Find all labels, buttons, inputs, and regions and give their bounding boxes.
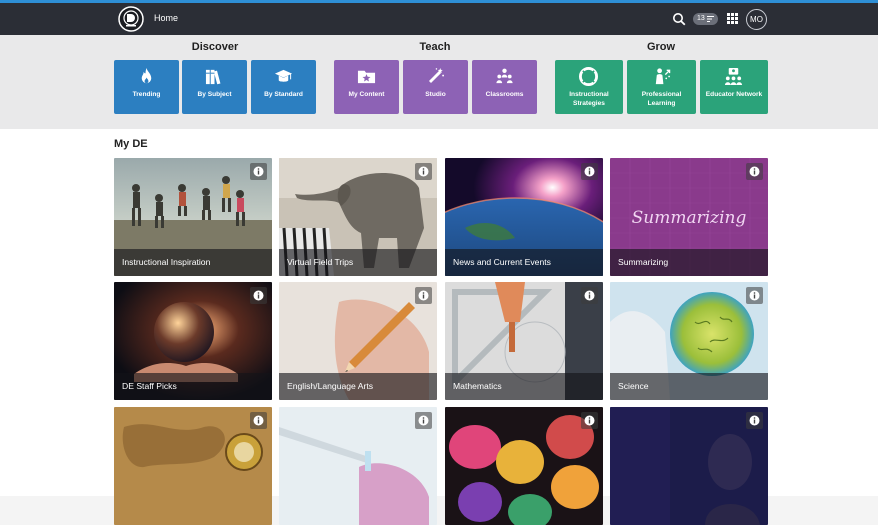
- my-de-section: My DE Instructional Inspiration Virtual …: [0, 129, 878, 525]
- list-lines-icon: [707, 16, 714, 22]
- info-icon: [418, 166, 429, 177]
- home-link[interactable]: Home: [154, 13, 178, 23]
- card-science[interactable]: Science: [610, 282, 768, 400]
- card-virtual-field-trips[interactable]: Virtual Field Trips: [279, 158, 437, 276]
- person-growth-icon: [655, 68, 671, 85]
- graduation-cap-icon: [274, 69, 293, 82]
- my-content-button[interactable]: My Content: [334, 60, 399, 114]
- card-summarizing[interactable]: Summarizing Summarizing: [610, 158, 768, 276]
- discover-heading: Discover: [191, 41, 239, 53]
- card-row3-lanterns[interactable]: [445, 407, 603, 525]
- card-title: English/Language Arts: [279, 373, 437, 400]
- card-title: Summarizing: [610, 249, 768, 276]
- top-header-bar: Home 13 MO: [0, 3, 878, 35]
- professional-learning-button[interactable]: Professional Learning: [627, 60, 696, 114]
- info-button[interactable]: [746, 287, 763, 304]
- portrait-purple-image: [610, 407, 768, 525]
- card-row3-portrait[interactable]: [610, 407, 768, 525]
- by-subject-label: By Subject: [197, 91, 232, 98]
- by-subject-button[interactable]: By Subject: [182, 60, 247, 114]
- info-icon: [418, 415, 429, 426]
- info-icon: [253, 415, 264, 426]
- notification-count: 13: [697, 15, 705, 22]
- studio-label: Studio: [425, 91, 446, 98]
- info-icon: [749, 290, 760, 301]
- info-icon: [253, 166, 264, 177]
- info-button[interactable]: [581, 412, 598, 429]
- card-title: Science: [610, 373, 768, 400]
- info-icon: [253, 290, 264, 301]
- network-icon: [724, 67, 743, 86]
- card-row3-pipette[interactable]: [279, 407, 437, 525]
- info-button[interactable]: [250, 412, 267, 429]
- by-standard-button[interactable]: By Standard: [251, 60, 316, 114]
- apps-grid-icon[interactable]: [727, 13, 738, 24]
- quick-nav-panel: Discover Teach Grow Trending By Subject …: [0, 35, 878, 129]
- books-icon: [205, 69, 221, 85]
- section-title: My DE: [114, 138, 148, 150]
- studio-button[interactable]: Studio: [403, 60, 468, 114]
- life-ring-icon: [579, 67, 598, 86]
- info-button[interactable]: [250, 163, 267, 180]
- notifications-button[interactable]: 13: [693, 13, 718, 25]
- star-folder-icon: [357, 70, 376, 84]
- trending-label: Trending: [132, 91, 161, 98]
- info-button[interactable]: [746, 163, 763, 180]
- antique-map-compass-image: [114, 407, 272, 525]
- info-icon: [418, 290, 429, 301]
- user-avatar[interactable]: MO: [746, 9, 767, 30]
- card-title: Virtual Field Trips: [279, 249, 437, 276]
- card-title: Instructional Inspiration: [114, 249, 272, 276]
- info-icon: [749, 415, 760, 426]
- flame-icon: [141, 67, 152, 84]
- label-line: Learning: [647, 99, 676, 107]
- card-instructional-inspiration[interactable]: Instructional Inspiration: [114, 158, 272, 276]
- discovery-education-logo[interactable]: [118, 6, 144, 32]
- professional-learning-label: Professional Learning: [627, 91, 696, 108]
- instructional-strategies-label: Instructional Strategies: [555, 91, 623, 108]
- my-content-label: My Content: [348, 91, 385, 98]
- info-icon: [584, 166, 595, 177]
- info-icon: [749, 166, 760, 177]
- info-icon: [584, 415, 595, 426]
- card-title: DE Staff Picks: [114, 373, 272, 400]
- classrooms-button[interactable]: Classrooms: [472, 60, 537, 114]
- people-group-icon: [496, 68, 513, 84]
- search-icon[interactable]: [672, 12, 686, 26]
- instructional-strategies-button[interactable]: Instructional Strategies: [555, 60, 623, 114]
- label-line: Instructional: [569, 91, 609, 98]
- colorful-lanterns-image: [445, 407, 603, 525]
- trending-button[interactable]: Trending: [114, 60, 179, 114]
- card-mathematics[interactable]: Mathematics: [445, 282, 603, 400]
- info-button[interactable]: [581, 163, 598, 180]
- teach-heading: Teach: [419, 41, 451, 53]
- label-line: Professional: [641, 91, 682, 98]
- info-button[interactable]: [250, 287, 267, 304]
- card-title: Mathematics: [445, 373, 603, 400]
- classrooms-label: Classrooms: [485, 91, 524, 98]
- card-row3-map[interactable]: [114, 407, 272, 525]
- grow-heading: Grow: [646, 41, 676, 53]
- info-button[interactable]: [746, 412, 763, 429]
- card-title: News and Current Events: [445, 249, 603, 276]
- info-button[interactable]: [415, 163, 432, 180]
- info-button[interactable]: [415, 287, 432, 304]
- summarizing-overlay-text: Summarizing: [631, 208, 747, 228]
- card-english-language-arts[interactable]: English/Language Arts: [279, 282, 437, 400]
- info-button[interactable]: [415, 412, 432, 429]
- card-news-current-events[interactable]: News and Current Events: [445, 158, 603, 276]
- card-de-staff-picks[interactable]: DE Staff Picks: [114, 282, 272, 400]
- lab-pipette-image: [279, 407, 437, 525]
- magic-wand-icon: [428, 67, 445, 84]
- info-button[interactable]: [581, 287, 598, 304]
- educator-network-label: Educator Network: [705, 91, 763, 98]
- label-line: Strategies: [573, 99, 605, 107]
- educator-network-button[interactable]: Educator Network: [700, 60, 768, 114]
- info-icon: [584, 290, 595, 301]
- by-standard-label: By Standard: [264, 91, 303, 98]
